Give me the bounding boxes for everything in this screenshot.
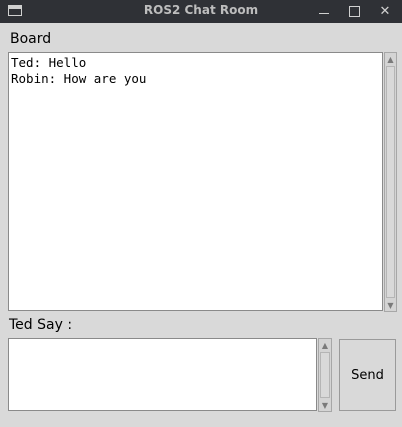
chat-board[interactable]: Ted: Hello Robin: How are you [8,52,383,311]
close-button[interactable]: ✕ [375,2,395,20]
scroll-down-arrow-icon[interactable]: ▼ [319,399,331,411]
maximize-button[interactable] [344,2,364,20]
scroll-down-arrow-icon[interactable]: ▼ [385,299,396,311]
minimize-button[interactable] [314,2,334,20]
chat-window: ROS2 Chat Room ✕ Board Ted: Hello Robin:… [0,0,402,427]
scroll-thumb[interactable] [320,352,330,398]
message-input[interactable] [8,338,317,411]
say-label: Ted Say : [9,317,73,333]
board-message: Robin: How are you [11,71,147,86]
board-label: Board [10,31,52,47]
input-scrollbar[interactable]: ▲ ▼ [318,338,332,412]
title-bar: ROS2 Chat Room ✕ [0,0,402,23]
scroll-up-arrow-icon[interactable]: ▲ [319,339,331,351]
close-icon: ✕ [379,3,391,19]
scroll-thumb[interactable] [386,66,395,298]
send-button[interactable]: Send [339,339,396,411]
board-message: Ted: Hello [11,55,87,70]
board-scrollbar[interactable]: ▲ ▼ [384,52,397,312]
window-title: ROS2 Chat Room [143,3,259,17]
scroll-up-arrow-icon[interactable]: ▲ [385,53,396,65]
maximize-icon [348,5,360,17]
minimize-icon [319,12,329,14]
